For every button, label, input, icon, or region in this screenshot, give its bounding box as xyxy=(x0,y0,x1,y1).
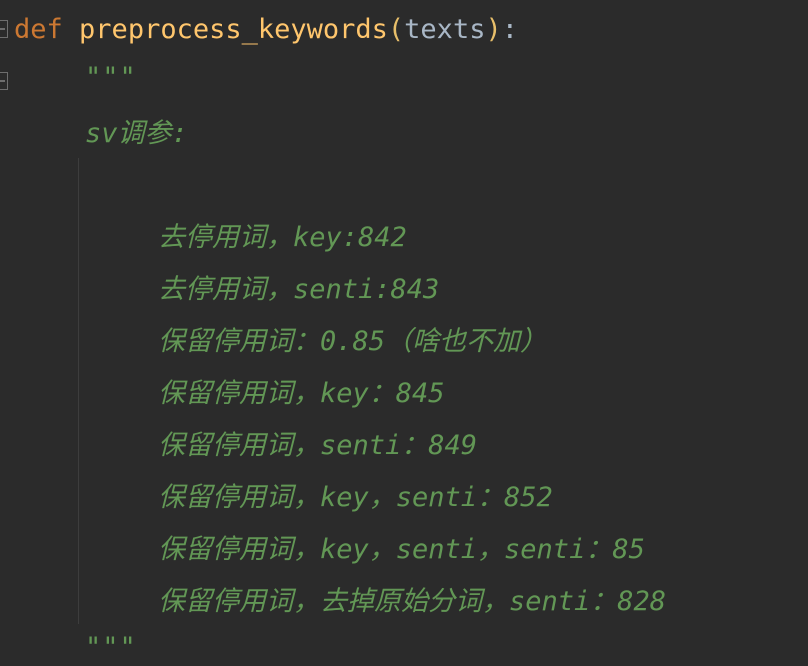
doc-text: 去停用词，key:842 xyxy=(158,222,407,253)
doc-text: 保留停用词：0.85（啥也不加） xyxy=(158,326,548,357)
code-line-doc[interactable]: 保留停用词，senti：849 xyxy=(158,426,477,466)
doc-text: 保留停用词，去掉原始分词，senti：828 xyxy=(158,586,667,617)
parameter-name: texts xyxy=(404,14,486,45)
code-line-doc[interactable]: 保留停用词，key，senti：852 xyxy=(158,478,553,518)
indent-guide xyxy=(78,158,79,624)
code-line-docstring-open[interactable]: """ xyxy=(85,58,137,98)
def-keyword: def xyxy=(14,14,63,45)
doc-text: 保留停用词，senti：849 xyxy=(158,430,478,461)
function-name: preprocess_keywords xyxy=(79,14,388,45)
code-line-doc[interactable]: 保留停用词，key：845 xyxy=(158,374,445,414)
fold-toggle-icon[interactable] xyxy=(0,20,8,38)
doc-text: 保留停用词，key：845 xyxy=(158,378,445,409)
code-line-doc[interactable]: 去停用词，key:842 xyxy=(158,218,407,258)
open-paren: ( xyxy=(387,14,405,45)
code-line-doc[interactable]: 保留停用词，去掉原始分词，senti：828 xyxy=(158,582,666,622)
code-line-docstring-close[interactable]: """ xyxy=(85,628,137,666)
doc-text: sv调参: xyxy=(85,118,188,149)
code-line-doc[interactable]: 保留停用词：0.85（啥也不加） xyxy=(158,322,547,362)
close-paren: ) xyxy=(485,14,502,45)
doc-text: 去停用词，senti:843 xyxy=(158,274,440,305)
doc-text: 保留停用词，key，senti：852 xyxy=(158,482,553,513)
docstring-close-quotes: """ xyxy=(85,632,137,663)
code-line-def[interactable]: def preprocess_keywords(texts): xyxy=(14,10,518,50)
docstring-open-quotes: """ xyxy=(85,62,137,93)
code-editor[interactable]: def preprocess_keywords(texts): """ sv调参… xyxy=(0,0,808,666)
code-line-doc[interactable]: sv调参: xyxy=(85,114,188,154)
colon: : xyxy=(501,14,518,45)
doc-text: 保留停用词，key，senti，senti：85 xyxy=(158,534,645,565)
code-line-doc[interactable]: 去停用词，senti:843 xyxy=(158,270,439,310)
fold-toggle-icon[interactable] xyxy=(0,72,8,90)
code-line-doc[interactable]: 保留停用词，key，senti，senti：85 xyxy=(158,530,645,570)
